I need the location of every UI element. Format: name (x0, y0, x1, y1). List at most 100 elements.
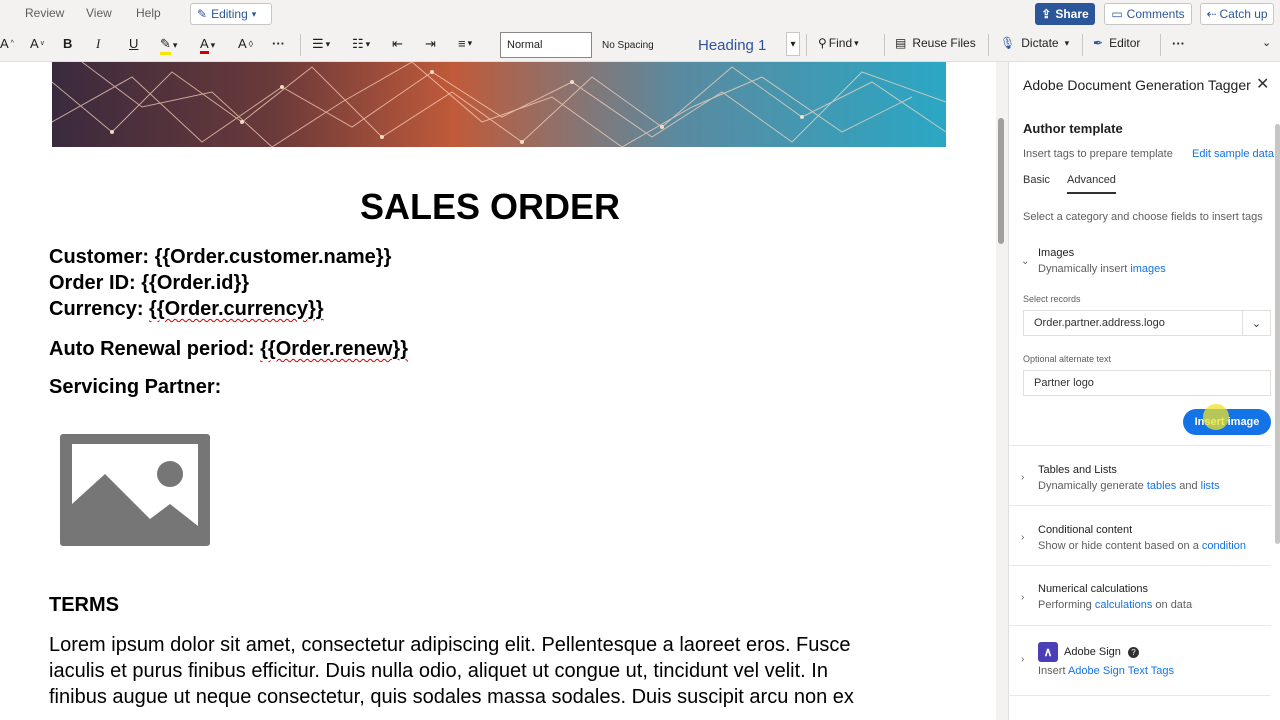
share-button[interactable]: ⇪ Share (1035, 3, 1095, 25)
condition-link[interactable]: condition (1202, 540, 1246, 552)
style-heading-1[interactable]: Heading 1 (692, 32, 784, 58)
customer-line: Customer: {{Order.customer.name}} (49, 246, 391, 269)
styles-more-chevron-icon[interactable]: ▾ (786, 32, 800, 56)
style-no-spacing[interactable]: No Spacing (596, 32, 688, 58)
renewal-label: Auto Renewal period: (49, 338, 261, 360)
comment-icon: ▭ (1111, 7, 1123, 21)
ribbon-more-icon[interactable]: ··· (1172, 36, 1185, 51)
select-records-label: Select records (1023, 294, 1081, 304)
alt-text-label: Optional alternate text (1023, 354, 1112, 364)
customer-tag: {{Order.customer.name}} (154, 246, 392, 268)
tab-view[interactable]: View (86, 6, 112, 20)
editing-mode-button[interactable]: ✎ Editing ▾ (190, 3, 272, 25)
select-records-dropdown[interactable]: Order.partner.address.logo ⌄ (1023, 310, 1271, 336)
tab-advanced[interactable]: Advanced (1067, 174, 1116, 194)
reuse-files-icon: ▤ (895, 36, 907, 50)
dictate-button[interactable]: 🎙 Dictate ▾ (1000, 36, 1069, 50)
reuse-files-button[interactable]: ▤ Reuse Files (895, 36, 976, 50)
conditional-subtitle-text: Show or hide content based on a (1038, 540, 1202, 552)
chevron-right-icon[interactable]: › (1021, 472, 1024, 483)
tables-link[interactable]: tables (1147, 480, 1176, 492)
images-subtitle-text: Dynamically insert (1038, 263, 1131, 275)
share-label: Share (1055, 7, 1089, 21)
tab-review[interactable]: Review (25, 6, 64, 20)
images-title[interactable]: Images (1038, 247, 1074, 259)
style-normal-label: Normal (507, 39, 543, 51)
more-options-icon[interactable]: ··· (272, 36, 285, 51)
tables-subtitle-text: Dynamically generate (1038, 480, 1147, 492)
increase-indent-icon[interactable]: ⇥ (425, 36, 436, 52)
underline-icon[interactable]: U (129, 36, 138, 51)
decrease-font-icon[interactable]: Av (30, 36, 44, 51)
currency-tag: {{Order.currency}} (149, 298, 324, 320)
image-placeholder-graphic (72, 444, 198, 536)
editing-label: Editing (211, 7, 248, 21)
chevron-right-icon[interactable]: › (1021, 592, 1024, 603)
alt-text-input[interactable]: Partner logo (1023, 370, 1271, 396)
edit-sample-data-link[interactable]: Edit sample data (1192, 148, 1274, 160)
chevron-right-icon[interactable]: › (1021, 654, 1024, 665)
chevron-down-icon[interactable]: ⌄ (1242, 311, 1270, 335)
highlight-icon[interactable]: ✎ ▾ (160, 36, 177, 55)
chevron-down-icon[interactable]: ⌄ (1021, 256, 1029, 267)
adobe-sign-subtitle-text: Insert (1038, 665, 1068, 677)
document-scroll-thumb[interactable] (998, 118, 1004, 244)
tab-help[interactable]: Help (136, 6, 161, 20)
align-icon[interactable]: ≡ ▾ (458, 36, 472, 51)
network-lines-graphic (52, 62, 946, 147)
numerical-subtitle-text: Performing (1038, 599, 1095, 611)
conditional-title: Conditional content (1038, 524, 1133, 536)
chevron-right-icon[interactable]: › (1021, 532, 1024, 543)
numbering-icon[interactable]: ☷ ▾ (352, 36, 370, 52)
tables-section[interactable]: › Tables and Lists Dynamically generate … (1009, 446, 1271, 506)
terms-body-line: Lorem ipsum dolor sit amet, consectetur … (49, 634, 851, 656)
document-canvas[interactable]: SALES ORDER Customer: {{Order.customer.n… (0, 62, 996, 720)
divider (1082, 34, 1083, 56)
renewal-line: Auto Renewal period: {{Order.renew}} (49, 338, 408, 361)
bullets-icon[interactable]: ☰ ▾ (312, 36, 330, 52)
share-icon: ⇪ (1041, 7, 1052, 21)
terms-heading: TERMS (49, 594, 119, 616)
adobe-tagger-pane: Adobe Document Generation Tagger ✕ Autho… (1008, 62, 1280, 720)
calculations-link[interactable]: calculations (1095, 599, 1152, 611)
clear-formatting-icon[interactable]: A ◊ (238, 36, 253, 51)
editor-label: Editor (1109, 36, 1141, 50)
catch-up-label: Catch up (1219, 7, 1268, 21)
italic-icon[interactable]: I (96, 36, 100, 52)
alt-text-value: Partner logo (1034, 377, 1094, 389)
ribbon-toolbar: A ^ Av B I U ✎ ▾ A ▾ A ◊ ··· ☰ ▾ ☷ ▾ ⇤ ⇥ ≡ ▾ No… (0, 28, 1280, 62)
catch-up-button[interactable]: ⇠ Catch up (1200, 3, 1274, 25)
bold-icon[interactable]: B (63, 36, 72, 51)
conditional-section[interactable]: › Conditional content Show or hide conte… (1009, 506, 1271, 566)
lists-link[interactable]: lists (1201, 480, 1220, 492)
close-icon[interactable]: ✕ (1256, 74, 1269, 94)
help-icon[interactable]: ? (1127, 647, 1139, 658)
pane-scrollbar[interactable] (1275, 124, 1280, 544)
adobe-sign-tags-link[interactable]: Adobe Sign Text Tags (1068, 665, 1174, 677)
images-link[interactable]: images (1130, 263, 1165, 275)
image-placeholder-icon[interactable] (60, 434, 210, 546)
find-button[interactable]: ⚲ Find ▾ (818, 36, 859, 50)
customer-label: Customer: (49, 246, 155, 268)
search-icon: ⚲ (818, 36, 827, 50)
currency-line: Currency: {{Order.currency}} (49, 298, 324, 321)
numerical-title: Numerical calculations (1038, 583, 1149, 595)
increase-font-icon[interactable]: A ^ (0, 36, 14, 51)
top-tabs-bar: Review View Help ✎ Editing ▾ ⇪ Share ▭ C… (0, 0, 1280, 28)
numerical-section[interactable]: › Numerical calculations Performing calc… (1009, 566, 1271, 626)
dictate-label: Dictate (1021, 36, 1059, 50)
style-no-spacing-label: No Spacing (602, 39, 654, 51)
images-subtitle: Dynamically insert images (1038, 263, 1166, 275)
conditional-subtitle: Show or hide content based on a conditio… (1038, 540, 1246, 552)
editor-button[interactable]: ✒ Editor (1093, 36, 1140, 50)
terms-body-line: iaculis et purus finibus efficitur. Duis… (49, 660, 828, 682)
style-normal[interactable]: Normal (500, 32, 592, 58)
comments-button[interactable]: ▭ Comments (1104, 3, 1192, 25)
ribbon-collapse-chevron-icon[interactable]: ⌄ (1262, 36, 1271, 49)
font-color-icon[interactable]: A ▾ (200, 36, 215, 54)
tables-and-text: and (1176, 480, 1201, 492)
tab-basic[interactable]: Basic (1023, 174, 1050, 186)
numerical-subtitle: Performing calculations on data (1038, 599, 1192, 611)
divider (300, 34, 301, 56)
decrease-indent-icon[interactable]: ⇤ (392, 36, 403, 52)
